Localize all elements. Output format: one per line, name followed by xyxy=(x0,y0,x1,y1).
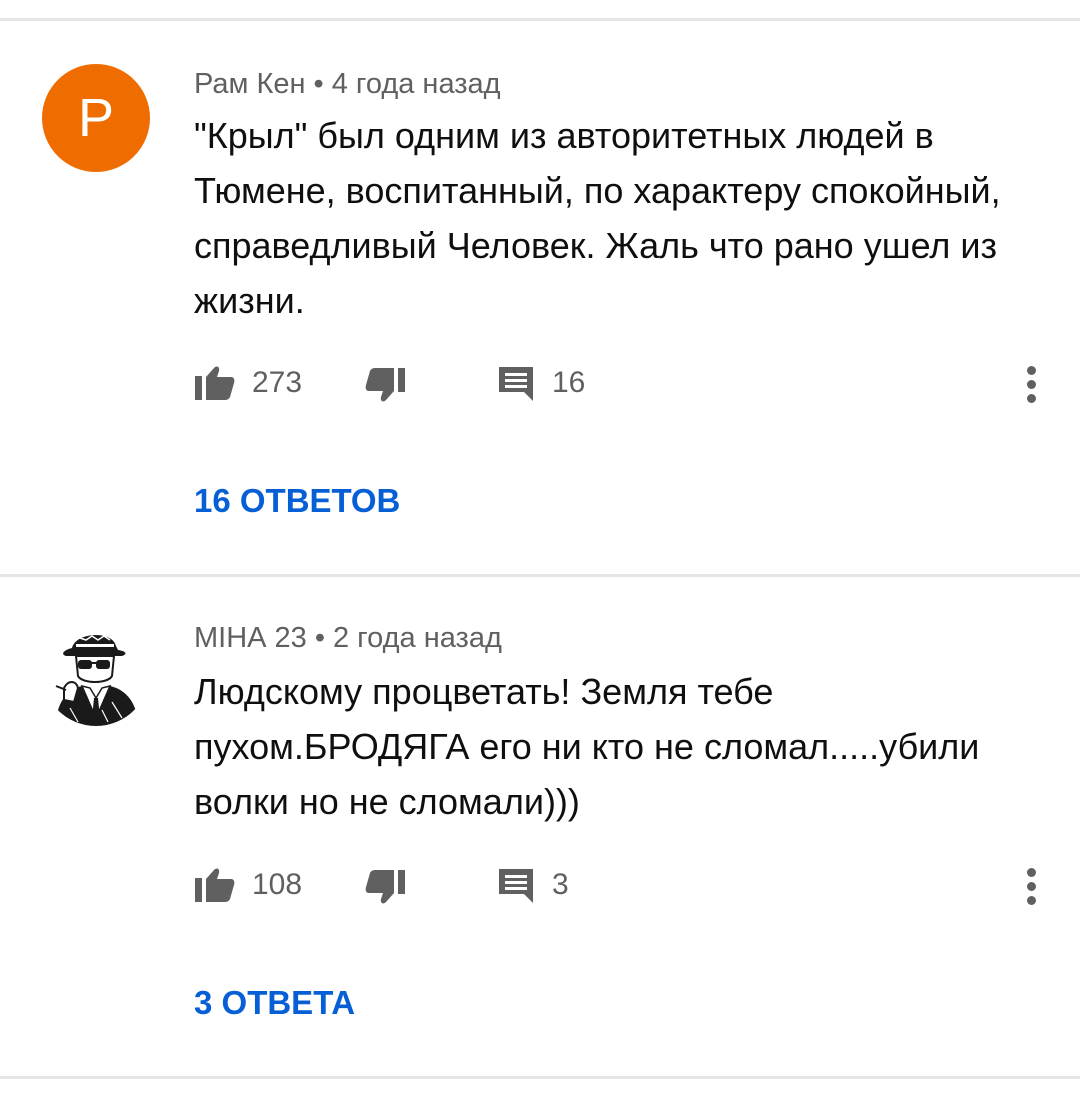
comment-time[interactable]: 2 года назад xyxy=(333,622,502,654)
comment-text-line: "Крыл" был одним из авторитетных людей в xyxy=(194,115,934,156)
top-divider xyxy=(0,18,1080,21)
view-replies-button[interactable]: 3 ОТВЕТА xyxy=(194,984,355,1022)
comment-meta: МІНА 23 • 2 года назад xyxy=(194,622,502,655)
comment-text-line: Тюмене, воспитанный, по характеру спокой… xyxy=(194,170,1001,211)
author-name[interactable]: МІНА 23 xyxy=(194,622,307,654)
reply-icon[interactable] xyxy=(496,364,536,404)
comment-actions: 108 3 xyxy=(194,866,1014,906)
comment-divider xyxy=(0,574,1080,577)
like-count: 108 xyxy=(252,868,303,901)
comment-text-line: пухом.БРОДЯГА его ни кто не сломал.....у… xyxy=(194,726,980,767)
comment-text-line: жизни. xyxy=(194,280,305,321)
meta-separator: • xyxy=(313,68,324,100)
avatar-letter: P xyxy=(77,88,115,148)
more-options-icon[interactable] xyxy=(1020,866,1044,906)
comment-time[interactable]: 4 года назад xyxy=(332,68,501,100)
bottom-divider xyxy=(0,1076,1080,1079)
like-icon[interactable] xyxy=(194,866,236,906)
meta-separator: • xyxy=(314,622,325,654)
reply-icon[interactable] xyxy=(496,866,536,906)
author-avatar[interactable]: P xyxy=(42,64,150,172)
view-replies-button[interactable]: 16 ОТВЕТОВ xyxy=(194,482,400,520)
dislike-icon[interactable] xyxy=(364,866,406,906)
man-in-hat-sunglasses-avatar-icon xyxy=(55,634,138,726)
comment-text-line: справедливый Человек. Жаль что рано ушел… xyxy=(194,225,998,266)
comment-text-line: волки но не сломали))) xyxy=(194,781,580,822)
reply-count: 3 xyxy=(552,868,569,901)
like-count: 273 xyxy=(252,366,303,399)
reply-count: 16 xyxy=(552,366,586,399)
comment-actions: 273 16 xyxy=(194,364,1014,404)
author-avatar[interactable] xyxy=(42,618,150,726)
like-icon[interactable] xyxy=(194,364,236,404)
dislike-icon[interactable] xyxy=(364,364,406,404)
author-name[interactable]: Рам Кен xyxy=(194,68,306,100)
comment-text-line: Людскому процветать! Земля тебе xyxy=(194,671,774,712)
more-options-icon[interactable] xyxy=(1020,364,1044,404)
comment-text: "Крыл" был одним из авторитетных людей в… xyxy=(194,108,1044,328)
comment-text: Людскому процветать! Земля тебе пухом.БР… xyxy=(194,664,1044,829)
comment-meta: Рам Кен • 4 года назад xyxy=(194,68,501,101)
